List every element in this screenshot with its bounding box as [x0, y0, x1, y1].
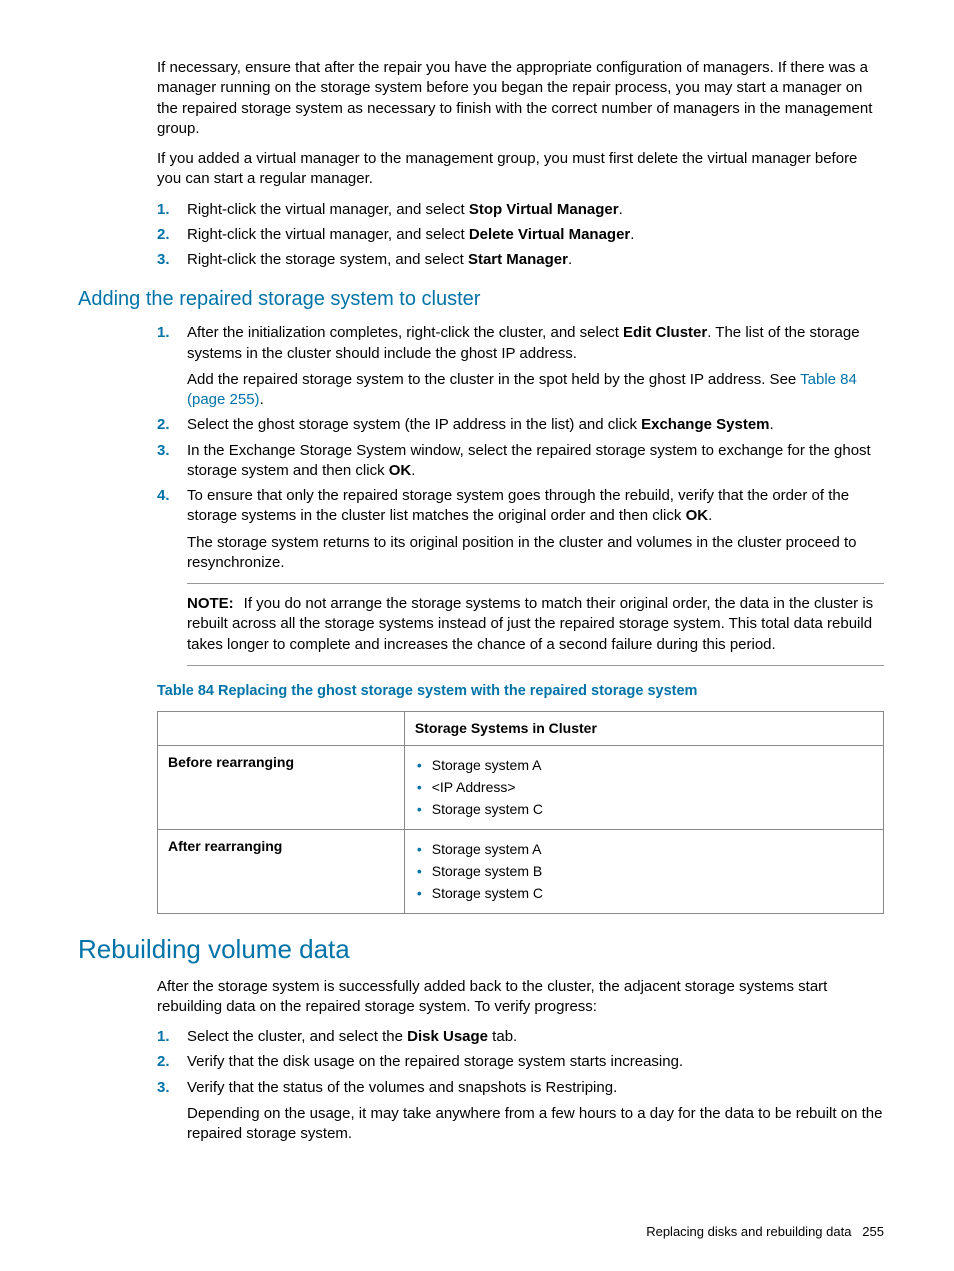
list-subtext: Depending on the usage, it may take anyw…: [187, 1104, 884, 1145]
list-text: In the Exchange Storage System window, s…: [187, 442, 871, 479]
table-row: After rearranging Storage system A Stora…: [158, 829, 884, 913]
list-item: 1. Right-click the virtual manager, and …: [157, 200, 884, 220]
note-callout: NOTE:If you do not arrange the storage s…: [187, 583, 884, 666]
table-caption: Table 84 Replacing the ghost storage sys…: [157, 682, 884, 702]
list-subtext: The storage system returns to its origin…: [187, 533, 884, 574]
table-row: Before rearranging Storage system A <IP …: [158, 746, 884, 830]
list-subtext: Add the repaired storage system to the c…: [187, 371, 800, 388]
list-text: Verify that the status of the volumes an…: [187, 1079, 617, 1096]
body-paragraph: After the storage system is successfully…: [157, 977, 884, 1018]
storage-item: Storage system C: [417, 800, 873, 819]
list-item: 3. Right-click the storage system, and s…: [157, 250, 884, 270]
ui-action: Disk Usage: [407, 1028, 488, 1045]
list-marker: 2.: [157, 415, 187, 435]
list-text: .: [411, 462, 415, 479]
list-text: Verify that the disk usage on the repair…: [187, 1052, 884, 1072]
ui-action: Exchange System: [641, 416, 769, 433]
row-label: After rearranging: [158, 829, 405, 913]
section-heading-adding: Adding the repaired storage system to cl…: [78, 286, 884, 313]
storage-list: Storage system A <IP Address> Storage sy…: [415, 756, 873, 819]
list-text: tab.: [488, 1028, 517, 1045]
list-text: .: [619, 201, 623, 218]
storage-item: Storage system A: [417, 756, 873, 775]
ui-action: Stop Virtual Manager: [469, 201, 619, 218]
footer-text: Replacing disks and rebuilding data: [646, 1224, 851, 1239]
storage-item: Storage system C: [417, 884, 873, 903]
storage-item: <IP Address>: [417, 778, 873, 797]
list-text: .: [568, 251, 572, 268]
storage-list: Storage system A Storage system B Storag…: [415, 840, 873, 903]
list-item: 1. Select the cluster, and select the Di…: [157, 1027, 884, 1047]
list-text: Select the cluster, and select the: [187, 1028, 407, 1045]
list-item: 1. After the initialization completes, r…: [157, 323, 884, 410]
ui-action: Start Manager: [468, 251, 568, 268]
list-item: 4. To ensure that only the repaired stor…: [157, 486, 884, 573]
list-text: .: [708, 507, 712, 524]
table-header: [158, 712, 405, 746]
table-header: Storage Systems in Cluster: [404, 712, 883, 746]
list-text: Select the ghost storage system (the IP …: [187, 416, 641, 433]
list-marker: 1.: [157, 1027, 187, 1047]
section-heading-rebuilding: Rebuilding volume data: [78, 932, 884, 967]
list-text: .: [770, 416, 774, 433]
list-subtext: .: [260, 391, 264, 408]
list-text: Right-click the storage system, and sele…: [187, 251, 468, 268]
ui-action: OK: [686, 507, 709, 524]
list-item: 2. Verify that the disk usage on the rep…: [157, 1052, 884, 1072]
storage-system-table: Storage Systems in Cluster Before rearra…: [157, 711, 884, 913]
list-item: 3. In the Exchange Storage System window…: [157, 441, 884, 482]
list-item: 2. Select the ghost storage system (the …: [157, 415, 884, 435]
ui-action: Delete Virtual Manager: [469, 226, 630, 243]
ui-action: Edit Cluster: [623, 324, 707, 341]
list-item: 2. Right-click the virtual manager, and …: [157, 225, 884, 245]
list-text: After the initialization completes, righ…: [187, 324, 623, 341]
list-marker: 3.: [157, 250, 187, 270]
note-label: NOTE:: [187, 595, 234, 612]
list-marker: 2.: [157, 1052, 187, 1072]
list-text: Right-click the virtual manager, and sel…: [187, 226, 469, 243]
list-text: Right-click the virtual manager, and sel…: [187, 201, 469, 218]
list-marker: 1.: [157, 200, 187, 220]
page-number: 255: [862, 1224, 884, 1239]
storage-item: Storage system A: [417, 840, 873, 859]
list-marker: 3.: [157, 441, 187, 482]
body-paragraph: If you added a virtual manager to the ma…: [157, 149, 884, 190]
body-paragraph: If necessary, ensure that after the repa…: [157, 58, 884, 139]
row-label: Before rearranging: [158, 746, 405, 830]
list-text: To ensure that only the repaired storage…: [187, 487, 849, 524]
ui-action: OK: [389, 462, 412, 479]
list-item: 3. Verify that the status of the volumes…: [157, 1078, 884, 1145]
list-marker: 1.: [157, 323, 187, 410]
note-text: If you do not arrange the storage system…: [187, 595, 873, 653]
storage-item: Storage system B: [417, 862, 873, 881]
list-marker: 4.: [157, 486, 187, 573]
page-footer: Replacing disks and rebuilding data 255: [646, 1223, 884, 1241]
list-text: .: [630, 226, 634, 243]
list-marker: 2.: [157, 225, 187, 245]
list-marker: 3.: [157, 1078, 187, 1145]
